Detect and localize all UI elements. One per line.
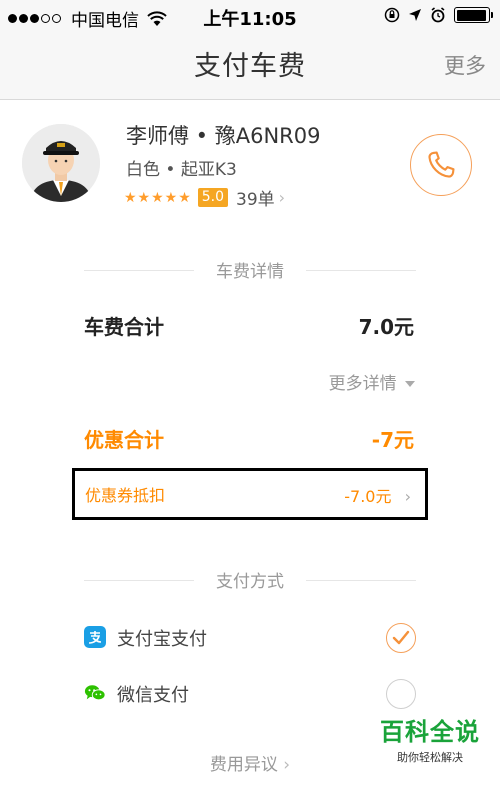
call-driver-button[interactable]	[410, 134, 472, 196]
unselected-radio[interactable]	[386, 679, 416, 709]
fee-total-value: 7.0元	[358, 315, 414, 339]
discount-total-label: 优惠合计	[84, 428, 164, 452]
more-button[interactable]: 更多	[444, 50, 486, 80]
payment-method-heading: 支付方式	[84, 567, 416, 592]
coupon-deduction-row[interactable]: 优惠券抵扣 -7.0元 ›	[72, 468, 428, 520]
phone-icon	[428, 151, 455, 178]
driver-name-plate: 李师傅 • 豫A6NR09	[126, 124, 321, 148]
alarm-icon	[431, 7, 445, 23]
coupon-label: 优惠券抵扣	[85, 486, 166, 505]
coupon-value: -7.0元	[344, 487, 392, 506]
car-info: 白色 • 起亚K3	[126, 160, 237, 180]
alipay-icon	[84, 626, 106, 648]
chevron-right-icon: ›	[277, 755, 291, 775]
caret-down-icon	[405, 381, 415, 387]
status-right	[384, 7, 493, 23]
page-title: 支付车费	[194, 51, 306, 82]
status-bar: 中国电信 上午11:05	[0, 0, 500, 34]
driver-avatar-icon	[22, 124, 100, 202]
payment-option-label: 支付宝支付	[117, 629, 207, 650]
battery-level	[456, 9, 486, 21]
rating-score: 5.0	[197, 188, 229, 207]
payment-option-label: 微信支付	[117, 685, 189, 706]
watermark-subtitle: 助你轻松解决	[397, 751, 463, 764]
navigation-bar: 支付车费 更多	[0, 34, 500, 100]
discount-total-value: -7元	[371, 428, 414, 452]
fee-total-label: 车费合计	[84, 315, 164, 339]
wechat-icon	[84, 682, 106, 704]
selected-radio[interactable]	[386, 623, 416, 653]
fee-details-heading: 车费详情	[84, 257, 416, 282]
coupon-value-group: -7.0元 ›	[344, 483, 411, 507]
driver-rating[interactable]: ★★★★★ 5.0 39单 ›	[124, 185, 285, 210]
watermark-title: 百科全说	[380, 718, 480, 746]
rotation-lock-icon	[384, 7, 400, 23]
battery-icon	[454, 7, 493, 23]
driver-avatar	[22, 124, 100, 202]
location-arrow-icon	[409, 9, 421, 21]
chevron-right-icon: ›	[404, 487, 411, 506]
payment-option-wechat[interactable]: 微信支付	[84, 679, 416, 711]
fee-dispute-label: 费用异议	[209, 755, 278, 775]
more-details-label: 更多详情	[328, 374, 397, 394]
more-details-toggle[interactable]: 更多详情	[329, 369, 416, 394]
payment-option-alipay[interactable]: 支付宝支付	[84, 623, 416, 655]
order-count: 39单	[236, 190, 275, 210]
rating-stars: ★★★★★	[124, 189, 192, 206]
checkmark-icon	[392, 630, 410, 645]
chevron-right-icon: ›	[278, 188, 286, 207]
watermark-logo: 百科全说 助你轻松解决	[380, 712, 480, 765]
